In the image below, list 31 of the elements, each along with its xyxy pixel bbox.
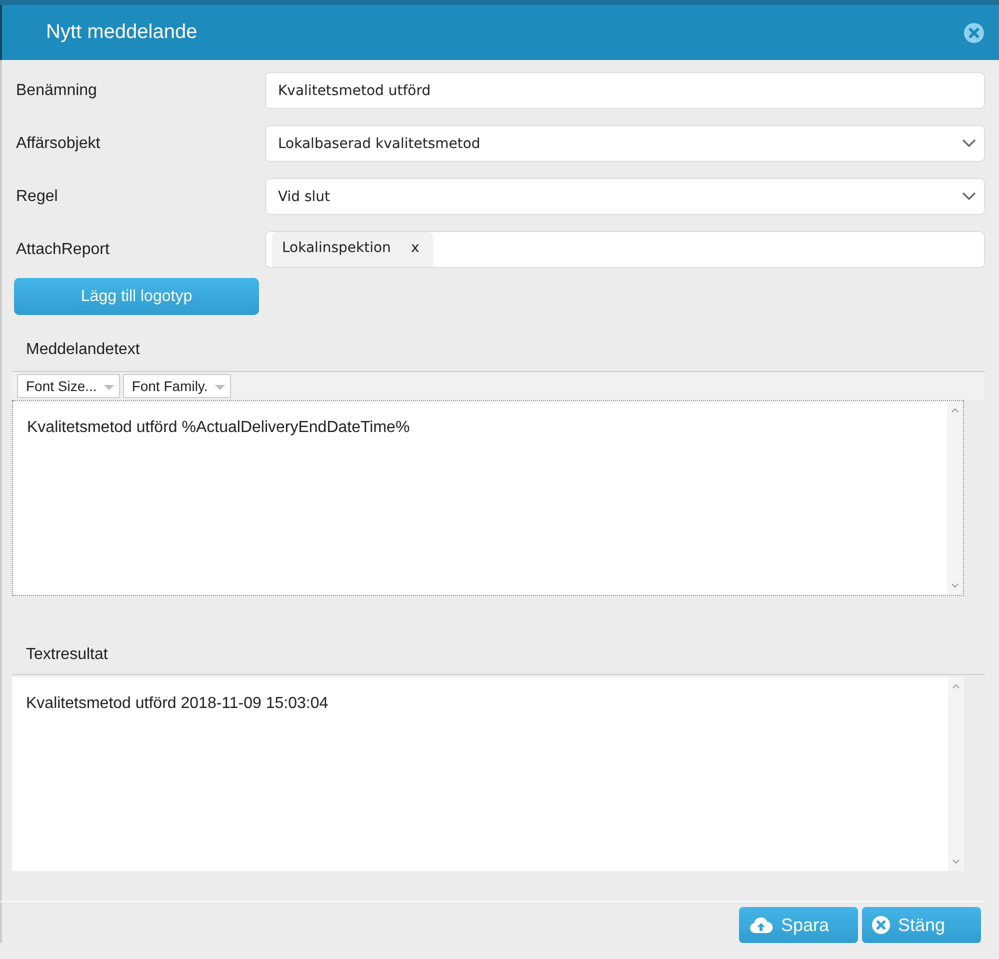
scroll-down-icon[interactable] bbox=[952, 859, 960, 865]
field-label: AttachReport bbox=[15, 240, 110, 258]
tag-label: Lokalinspektion bbox=[282, 240, 392, 256]
toolbar-dropdown[interactable]: Font Size... bbox=[17, 374, 120, 398]
scrollbar[interactable] bbox=[947, 401, 963, 595]
close-icon bbox=[964, 22, 984, 42]
input-field[interactable]: Kvalitetsmetod utförd bbox=[265, 72, 985, 109]
close-icon bbox=[872, 916, 890, 934]
message-editor[interactable]: Kvalitetsmetod utförd %ActualDeliveryEndDateTime% bbox=[12, 400, 964, 596]
caret-icon bbox=[102, 384, 115, 391]
section-label: Meddelandetext bbox=[25, 340, 141, 360]
section-label: Textresultat bbox=[25, 645, 109, 664]
scroll-up-icon[interactable] bbox=[951, 407, 959, 413]
toolbar-dropdown[interactable]: Font Family. bbox=[122, 374, 231, 398]
field-label: Benämning bbox=[15, 82, 98, 100]
scrollbar[interactable] bbox=[948, 677, 964, 871]
field-label: Affärsobjekt bbox=[15, 134, 102, 152]
scroll-up-icon[interactable] bbox=[952, 683, 960, 689]
chevron-down-icon bbox=[962, 192, 976, 201]
editor-text: Kvalitetsmetod utförd %ActualDeliveryEndDateTime% bbox=[26, 418, 411, 438]
scroll-down-icon[interactable] bbox=[951, 583, 959, 589]
field-label: Regel bbox=[15, 188, 59, 206]
chevron-down-icon bbox=[962, 139, 976, 148]
window-title: Nytt meddelande bbox=[46, 21, 198, 44]
remove-tag-button[interactable]: x bbox=[410, 240, 422, 256]
dropdown[interactable]: Lokalbaserad kvalitetsmetod bbox=[265, 125, 985, 162]
caret-icon bbox=[214, 384, 226, 391]
tag-field[interactable]: Lokalinspektion x bbox=[265, 231, 985, 268]
cloud-upload-icon bbox=[749, 916, 773, 934]
dropdown[interactable]: Vid slut bbox=[265, 178, 985, 215]
result-text: Kvalitetsmetod utförd 2018-11-09 15:03:04 bbox=[25, 694, 330, 714]
